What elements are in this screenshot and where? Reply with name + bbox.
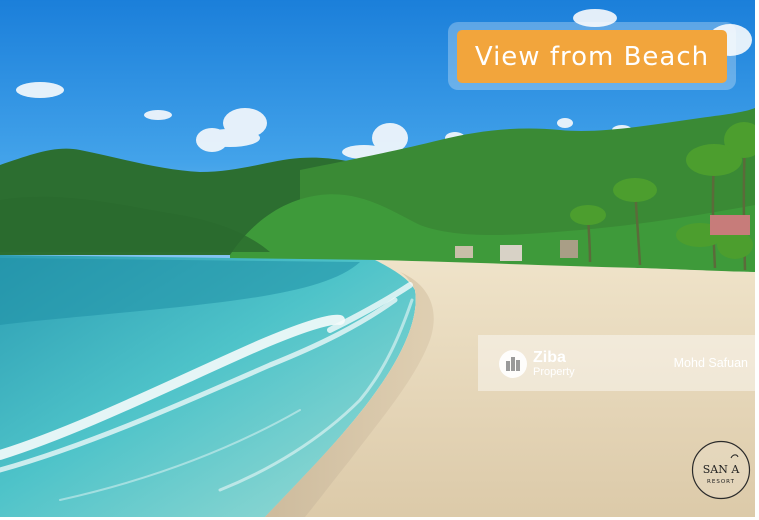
svg-text:SAN A: SAN A: [703, 463, 741, 476]
watermark-brand-sub: Property: [533, 366, 575, 378]
resort-logo-icon: SAN A RESORT: [691, 440, 751, 500]
ziba-logo-icon: [498, 349, 528, 379]
property-watermark: Ziba Property Mohd Safuan: [478, 335, 758, 391]
svg-text:RESORT: RESORT: [707, 479, 735, 485]
watermark-agent-name: Mohd Safuan: [673, 356, 748, 370]
caption-label: View from Beach: [457, 30, 727, 83]
caption-frame: View from Beach: [448, 22, 736, 90]
watermark-brand: Ziba: [533, 349, 566, 366]
